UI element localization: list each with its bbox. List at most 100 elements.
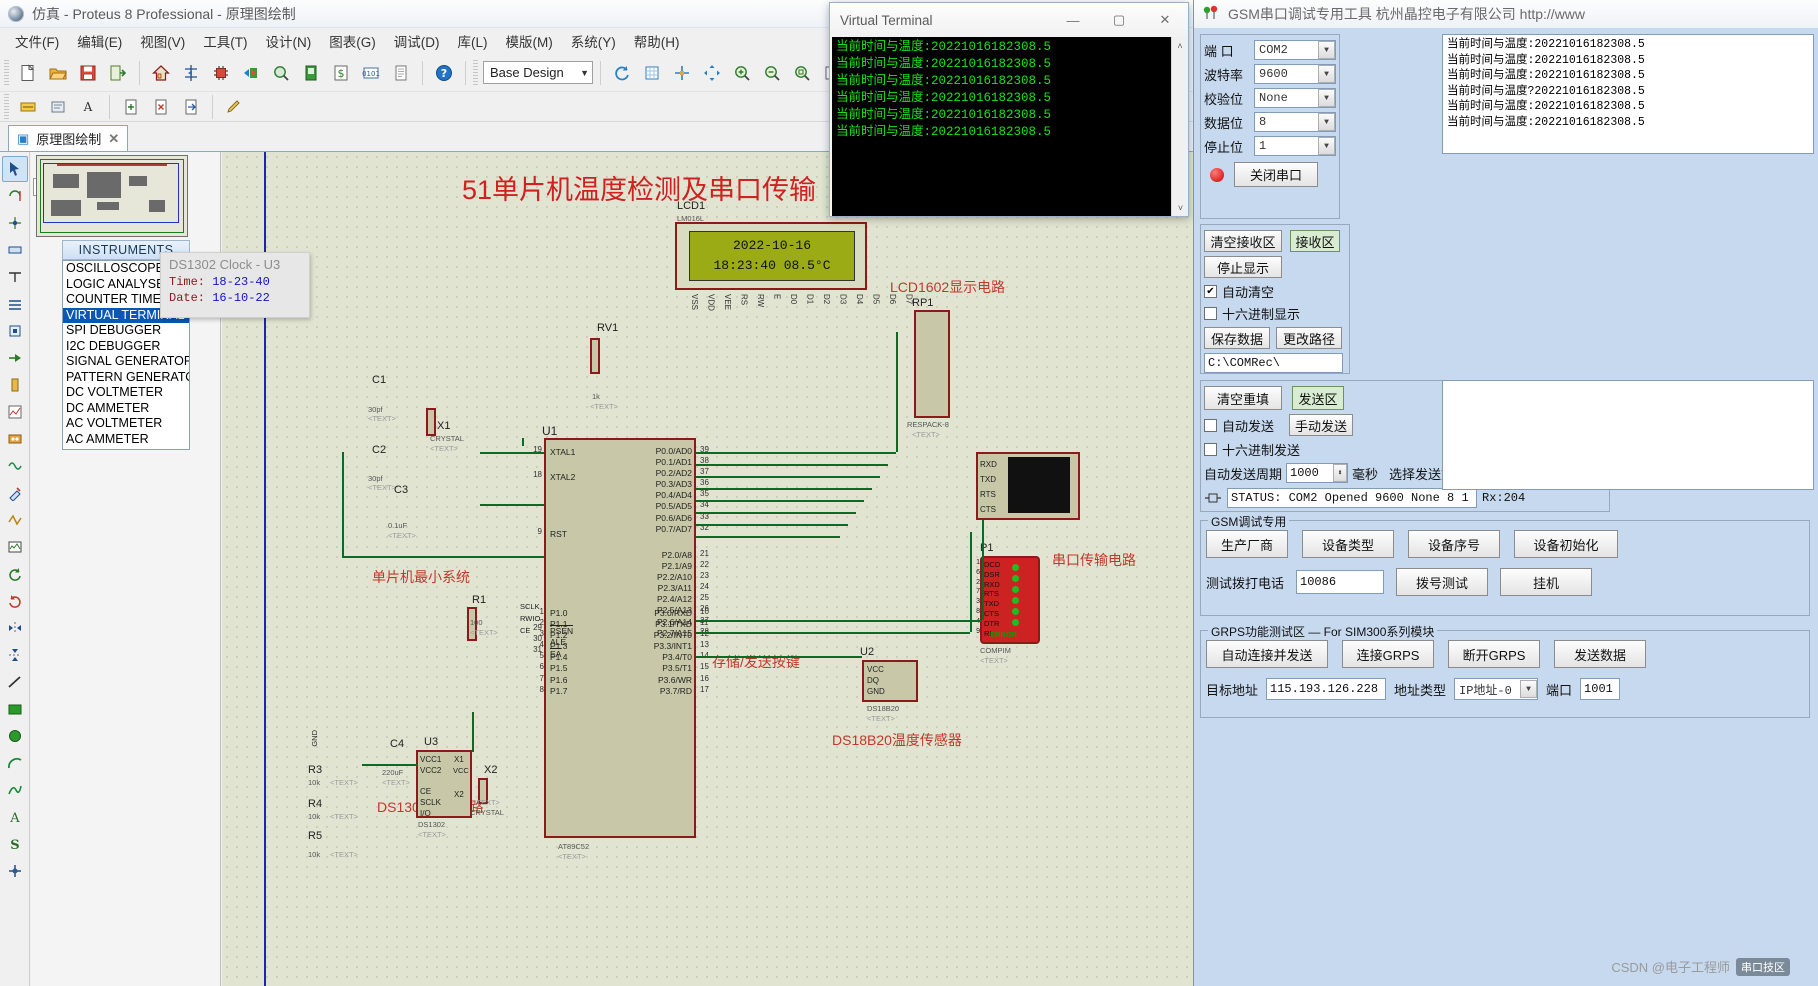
close-icon[interactable]: ✕ — [108, 131, 119, 147]
menu-template[interactable]: 模版(M) — [497, 28, 562, 54]
instrument-i2c-debugger[interactable]: I2C DEBUGGER — [63, 339, 189, 355]
chevron-down-icon[interactable]: ▼ — [1318, 89, 1335, 107]
text-script-mode-icon[interactable] — [2, 264, 28, 290]
box-tool-icon[interactable] — [2, 696, 28, 722]
scroll-up-icon[interactable]: ˄ — [1172, 37, 1188, 54]
minimize-icon[interactable]: — — [1050, 6, 1096, 34]
maximize-icon[interactable]: ▢ — [1096, 6, 1142, 34]
design-overview-panel[interactable] — [36, 155, 188, 237]
origin-icon[interactable] — [668, 59, 696, 87]
3d-view-icon[interactable] — [297, 59, 325, 87]
path-tool-icon[interactable] — [2, 777, 28, 803]
instrument-ac-ammeter[interactable]: AC AMMETER — [63, 432, 189, 448]
instrument-dc-ammeter[interactable]: DC AMMETER — [63, 401, 189, 417]
terminals-mode-icon[interactable] — [2, 345, 28, 371]
script-icon[interactable] — [44, 93, 72, 121]
generator-mode-icon[interactable] — [2, 453, 28, 479]
menu-help[interactable]: 帮助(H) — [625, 28, 689, 54]
spinner-icon[interactable]: ⬍ — [1333, 464, 1348, 482]
menu-system[interactable]: 系统(Y) — [562, 28, 625, 54]
close-port-button[interactable]: 关闭串口 — [1234, 162, 1318, 187]
hex-display-checkbox[interactable] — [1204, 307, 1217, 320]
symbol-tool-icon[interactable]: S — [2, 831, 28, 857]
rp1-component[interactable] — [914, 310, 950, 418]
new-file-icon[interactable] — [14, 59, 42, 87]
wire-label-mode-icon[interactable] — [2, 237, 28, 263]
chevron-down-icon[interactable]: ▼ — [1318, 113, 1335, 131]
send-data-button[interactable]: 发送数据 — [1554, 640, 1646, 668]
open-folder-icon[interactable] — [44, 59, 72, 87]
schematic-canvas[interactable]: 51单片机温度检测及串口传输 LCD1 LM016L <TEXT> 2022-1… — [222, 152, 1193, 986]
port-select[interactable]: COM2 ▼ — [1254, 40, 1336, 60]
clear-receive-button[interactable]: 清空接收区 — [1204, 230, 1282, 252]
disconnect-grps-button[interactable]: 断开GRPS — [1448, 640, 1540, 668]
auto-connect-send-button[interactable]: 自动连接并发送 — [1206, 640, 1328, 668]
hangup-button[interactable]: 挂机 — [1500, 568, 1593, 596]
instrument-wattmeter[interactable]: WATTMETER — [63, 447, 189, 449]
chevron-down-icon[interactable]: ▼ — [1318, 65, 1335, 83]
edit-icon[interactable] — [220, 93, 248, 121]
tab-schematic[interactable]: ▣ 原理图绘制 ✕ — [8, 125, 129, 151]
instrument-dc-voltmeter[interactable]: DC VOLTMETER — [63, 385, 189, 401]
virtual-instruments-icon[interactable] — [2, 534, 28, 560]
junction-dot-icon[interactable] — [2, 210, 28, 236]
back-annotate-icon[interactable] — [237, 59, 265, 87]
save-data-button[interactable]: 保存数据 — [1204, 327, 1270, 349]
selection-mode-icon[interactable] — [1, 156, 28, 182]
address-type-select[interactable]: IP地址-0 ▼ — [1454, 678, 1539, 700]
virtual-terminal-window[interactable]: Virtual Terminal — ▢ ✕ 当前时间与温度:202210161… — [829, 2, 1189, 217]
pan-icon[interactable] — [698, 59, 726, 87]
menu-view[interactable]: 视图(V) — [131, 28, 194, 54]
receive-log-area[interactable]: 当前时间与温度:20221016182308.5 当前时间与温度:2022101… — [1442, 34, 1814, 154]
remove-sheet-icon[interactable] — [147, 93, 175, 121]
port-number-input[interactable]: 1001 — [1580, 678, 1621, 700]
marker-tool-icon[interactable] — [2, 858, 28, 884]
arc-tool-icon[interactable] — [2, 750, 28, 776]
menu-graph[interactable]: 图表(G) — [320, 28, 385, 54]
device-serial-button[interactable]: 设备序号 — [1408, 530, 1500, 558]
exit-sheet-icon[interactable] — [177, 93, 205, 121]
menu-file[interactable]: 文件(F) — [6, 28, 68, 54]
instrument-ac-voltmeter[interactable]: AC VOLTMETER — [63, 416, 189, 432]
device-pins-icon[interactable] — [2, 372, 28, 398]
rotate-cw-icon[interactable] — [2, 561, 28, 587]
change-path-button[interactable]: 更改路径 — [1276, 327, 1342, 349]
toolbar-grip[interactable] — [4, 59, 9, 86]
auto-send-checkbox[interactable] — [1204, 418, 1217, 432]
current-probe-icon[interactable] — [2, 507, 28, 533]
dial-test-button[interactable]: 拨号测试 — [1396, 568, 1489, 596]
lcd-component[interactable]: 2022-10-16 18:23:40 08.5°C — [675, 222, 867, 290]
chevron-down-icon[interactable]: ▼ — [1520, 680, 1538, 698]
databits-select[interactable]: 8 ▼ — [1254, 112, 1336, 132]
stop-display-button[interactable]: 停止显示 — [1204, 256, 1282, 278]
menu-design[interactable]: 设计(N) — [257, 28, 321, 54]
graph-mode-icon[interactable] — [2, 399, 28, 425]
manufacturer-button[interactable]: 生产厂商 — [1206, 530, 1288, 558]
help-icon[interactable]: ? — [430, 59, 458, 87]
grid-icon[interactable] — [638, 59, 666, 87]
send-area-label[interactable]: 发送区 — [1292, 386, 1344, 410]
toolbar2-grip[interactable] — [4, 93, 9, 120]
save-icon[interactable] — [74, 59, 102, 87]
hex-send-checkbox[interactable] — [1204, 443, 1217, 456]
close-icon[interactable]: ✕ — [1142, 6, 1188, 34]
zoom-in-icon[interactable] — [728, 59, 756, 87]
scroll-down-icon[interactable]: ˅ — [1172, 199, 1188, 216]
text-script-icon[interactable]: A — [74, 93, 102, 121]
design-selector[interactable]: Base Design ▼ — [483, 61, 593, 84]
line-tool-icon[interactable] — [2, 669, 28, 695]
connect-grps-button[interactable]: 连接GRPS — [1342, 640, 1434, 668]
zoom-fit-icon[interactable] — [788, 59, 816, 87]
rv1-component[interactable] — [590, 338, 600, 374]
ic-design-icon[interactable] — [207, 59, 235, 87]
instrument-signal-generator[interactable]: SIGNAL GENERATOR — [63, 354, 189, 370]
device-init-button[interactable]: 设备初始化 — [1514, 530, 1618, 558]
mirror-y-icon[interactable] — [2, 642, 28, 668]
instrument-pattern-generator[interactable]: PATTERN GENERATOR — [63, 370, 189, 386]
new-sheet-icon[interactable] — [117, 93, 145, 121]
circle-tool-icon[interactable] — [2, 723, 28, 749]
target-address-input[interactable]: 115.193.126.228 — [1266, 678, 1387, 700]
menu-tools[interactable]: 工具(T) — [194, 28, 256, 54]
baudrate-select[interactable]: 9600 ▼ — [1254, 64, 1336, 84]
tape-recorder-icon[interactable] — [2, 426, 28, 452]
